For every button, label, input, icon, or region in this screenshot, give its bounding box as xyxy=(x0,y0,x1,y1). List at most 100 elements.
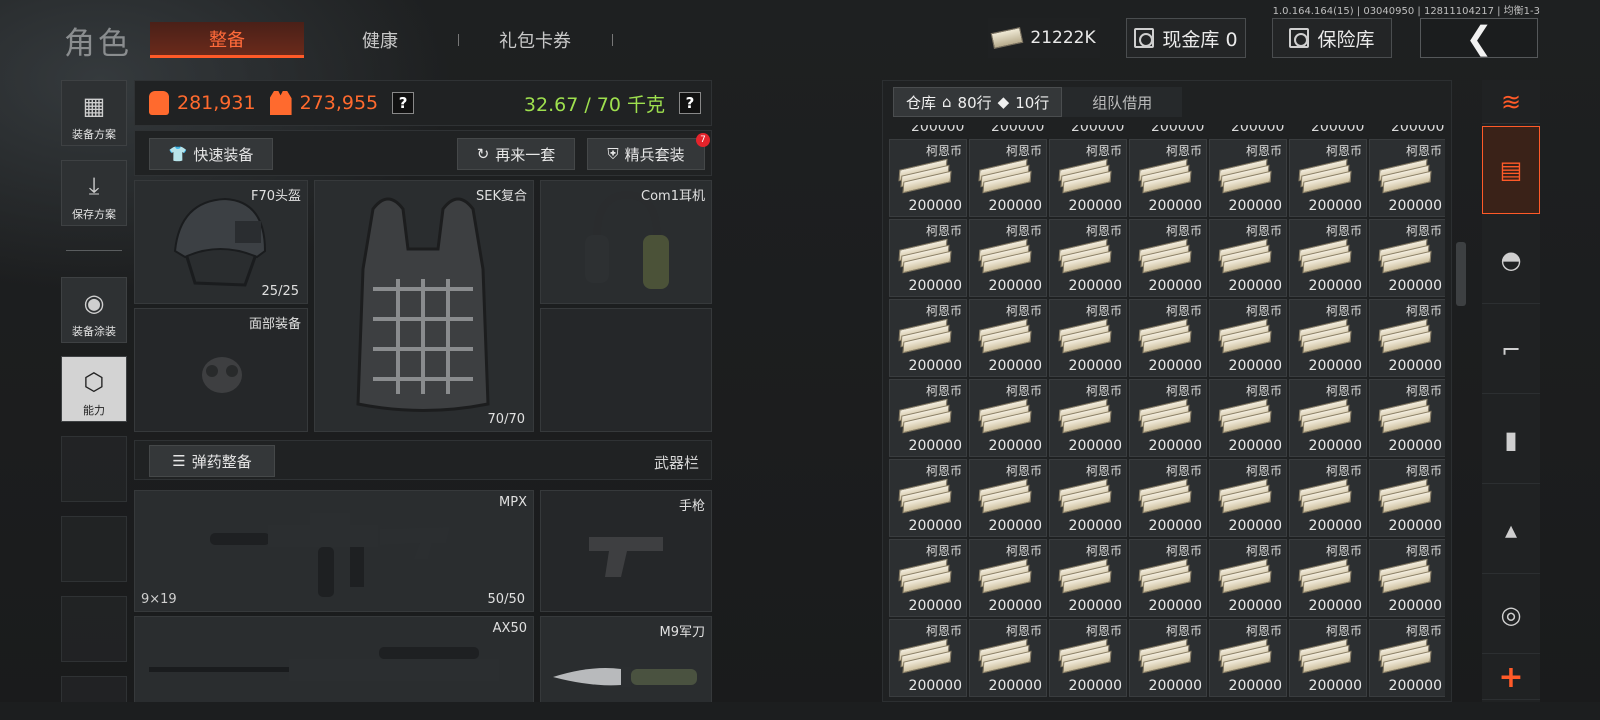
storage-item[interactable]: 柯恩币 200000 xyxy=(1209,379,1287,457)
storage-item[interactable]: 柯恩币 200000 xyxy=(1049,539,1127,617)
sidebar-item-ability[interactable]: ⬡ 能力 xyxy=(61,356,127,422)
weight-help-button[interactable]: ? xyxy=(679,92,701,114)
storage-item[interactable]: 柯恩币 200000 xyxy=(1369,379,1445,457)
knife-slot[interactable]: M9军刀 xyxy=(540,616,712,704)
storage-item[interactable]: 柯恩币 200000 xyxy=(1129,379,1207,457)
storage-item[interactable]: 柯恩币 200000 xyxy=(1049,379,1127,457)
sidebar-item-label: 装备方案 xyxy=(72,128,116,141)
sidebar-item-loadout[interactable]: ▦ 装备方案 xyxy=(61,80,127,146)
storage-scrollbar[interactable] xyxy=(1456,242,1466,306)
value-help-button[interactable]: ? xyxy=(392,92,415,114)
storage-item[interactable]: 柯恩币 200000 xyxy=(889,299,967,377)
tab-gift-cards[interactable]: 礼包卡券 xyxy=(480,22,590,58)
secondary-weapon-slot[interactable]: AX50 xyxy=(134,616,534,704)
storage-item[interactable]: 柯恩币 200000 xyxy=(1049,459,1127,537)
storage-item[interactable]: 柯恩币 200000 xyxy=(969,619,1047,697)
category-helmet[interactable]: ◓ xyxy=(1482,216,1540,304)
storage-item[interactable]: 柯恩币 200000 xyxy=(1209,299,1287,377)
headset-slot[interactable]: Com1耳机 xyxy=(540,180,712,304)
item-quantity: 200000 xyxy=(1388,518,1442,534)
storage-item[interactable]: 柯恩币 200000 xyxy=(1289,459,1367,537)
storage-item[interactable]: 柯恩币 200000 xyxy=(1129,139,1207,217)
storage-item[interactable]: 柯恩币 200000 xyxy=(1209,139,1287,217)
storage-item[interactable]: 柯恩币 200000 xyxy=(889,219,967,297)
storage-item[interactable]: 柯恩币 200000 xyxy=(1209,539,1287,617)
again-button[interactable]: ↻ 再来一套 xyxy=(457,138,575,170)
empty-gear-slot[interactable] xyxy=(540,308,712,432)
storage-item[interactable]: 柯恩币 200000 xyxy=(1129,219,1207,297)
item-name: 柯恩币 xyxy=(1245,144,1282,158)
category-add[interactable]: + xyxy=(1482,656,1540,700)
category-ammo[interactable]: ▴ xyxy=(1482,486,1540,574)
storage-item[interactable]: 柯恩币 200000 xyxy=(1369,299,1445,377)
sidebar-item-camo[interactable]: ◉ 装备涂装 xyxy=(61,277,127,343)
storage-item[interactable]: 柯恩币 200000 xyxy=(1369,219,1445,297)
storage-item[interactable]: 柯恩币 200000 xyxy=(1289,619,1367,697)
storage-item[interactable]: 柯恩币 200000 xyxy=(1289,219,1367,297)
storage-item[interactable]: 柯恩币 200000 xyxy=(1049,299,1127,377)
category-storage[interactable]: ▤ xyxy=(1482,126,1540,214)
item-name: 柯恩币 xyxy=(1165,304,1202,318)
tab-equip[interactable]: 整备 xyxy=(150,22,304,58)
storage-item[interactable]: 柯恩币 200000 xyxy=(1209,459,1287,537)
category-rifle[interactable]: ⌐ xyxy=(1482,306,1540,394)
storage-item[interactable]: 柯恩币 200000 xyxy=(969,299,1047,377)
pistol-slot[interactable]: 手枪 xyxy=(540,490,712,612)
storage-item[interactable]: 柯恩币 200000 xyxy=(969,139,1047,217)
storage-item[interactable]: 柯恩币 200000 xyxy=(889,459,967,537)
storage-item[interactable]: 柯恩币 200000 xyxy=(1289,379,1367,457)
storage-item[interactable]: 柯恩币 200000 xyxy=(1129,619,1207,697)
cash-vault-button[interactable]: 现金库 0 xyxy=(1126,18,1246,58)
item-name: 柯恩币 xyxy=(1245,624,1282,638)
storage-item[interactable]: 柯恩币 200000 xyxy=(1049,219,1127,297)
item-name: 柯恩币 xyxy=(1165,624,1202,638)
money-bundle-icon xyxy=(978,238,1032,274)
storage-item[interactable]: 柯恩币 200000 xyxy=(889,539,967,617)
safe-vault-button[interactable]: 保险库 xyxy=(1272,18,1392,58)
money-bundle-icon xyxy=(978,558,1032,594)
storage-item[interactable]: 柯恩币 200000 xyxy=(969,379,1047,457)
storage-item[interactable]: 柯恩币 200000 xyxy=(1129,539,1207,617)
item-quantity: 200000 xyxy=(1308,198,1362,214)
back-button[interactable]: ❮ xyxy=(1420,18,1538,58)
category-scope[interactable]: ◎ xyxy=(1482,576,1540,654)
storage-item[interactable]: 柯恩币 200000 xyxy=(1289,139,1367,217)
storage-item[interactable]: 柯恩币 200000 xyxy=(969,539,1047,617)
storage-item[interactable]: 柯恩币 200000 xyxy=(1209,619,1287,697)
camo-icon: ◉ xyxy=(83,289,105,317)
storage-item[interactable]: 柯恩币 200000 xyxy=(1129,299,1207,377)
category-magazine[interactable]: ▮ xyxy=(1482,396,1540,484)
helmet-slot[interactable]: F70头盔 25/25 xyxy=(134,180,308,304)
storage-item[interactable]: 柯恩币 200000 xyxy=(1369,619,1445,697)
action-bar: 👕 快速装备 ↻ 再来一套 ⛨ 精兵套装 7 xyxy=(134,130,712,176)
storage-item[interactable]: 柯恩币 200000 xyxy=(1289,539,1367,617)
armor-slot[interactable]: SEK复合 70/70 xyxy=(314,180,534,432)
storage-item[interactable]: 柯恩币 200000 xyxy=(889,619,967,697)
quick-equip-button[interactable]: 👕 快速装备 xyxy=(149,138,273,170)
face-slot[interactable]: 面部装备 xyxy=(134,308,308,432)
storage-item[interactable]: 柯恩币 200000 xyxy=(889,139,967,217)
storage-item[interactable]: 柯恩币 200000 xyxy=(889,379,967,457)
storage-item[interactable]: 柯恩币 200000 xyxy=(1369,139,1445,217)
ammo-setup-button[interactable]: ☰ 弹药整备 xyxy=(149,445,275,477)
storage-item[interactable]: 柯恩币 200000 xyxy=(1369,539,1445,617)
item-name: 柯恩币 xyxy=(1165,464,1202,478)
storage-item[interactable]: 柯恩币 200000 xyxy=(1289,299,1367,377)
storage-item[interactable]: 柯恩币 200000 xyxy=(1049,139,1127,217)
elite-kit-button[interactable]: ⛨ 精兵套装 7 xyxy=(587,133,710,170)
item-name: 柯恩币 xyxy=(1165,384,1202,398)
tab-storage[interactable]: 仓库 ⌂ 80行 ◆ 10行 xyxy=(893,87,1063,117)
primary-weapon-slot[interactable]: MPX 9×19 50/50 xyxy=(134,490,534,612)
storage-item[interactable]: 柯恩币 200000 xyxy=(1049,619,1127,697)
storage-item[interactable]: 柯恩币 200000 xyxy=(1209,219,1287,297)
storage-item[interactable]: 柯恩币 200000 xyxy=(1369,459,1445,537)
storage-item[interactable]: 柯恩币 200000 xyxy=(969,459,1047,537)
tab-health[interactable]: 健康 xyxy=(340,22,420,58)
item-name: 柯恩币 xyxy=(1245,224,1282,238)
storage-item[interactable]: 柯恩币 200000 xyxy=(1129,459,1207,537)
category-all[interactable]: ≋ xyxy=(1482,80,1540,124)
sidebar-item-save[interactable]: ⤓ 保存方案 xyxy=(61,160,127,226)
storage-item[interactable]: 柯恩币 200000 xyxy=(969,219,1047,297)
tab-team-borrow[interactable]: 组队借用 xyxy=(1062,87,1183,117)
item-quantity: 200000 xyxy=(908,278,962,294)
